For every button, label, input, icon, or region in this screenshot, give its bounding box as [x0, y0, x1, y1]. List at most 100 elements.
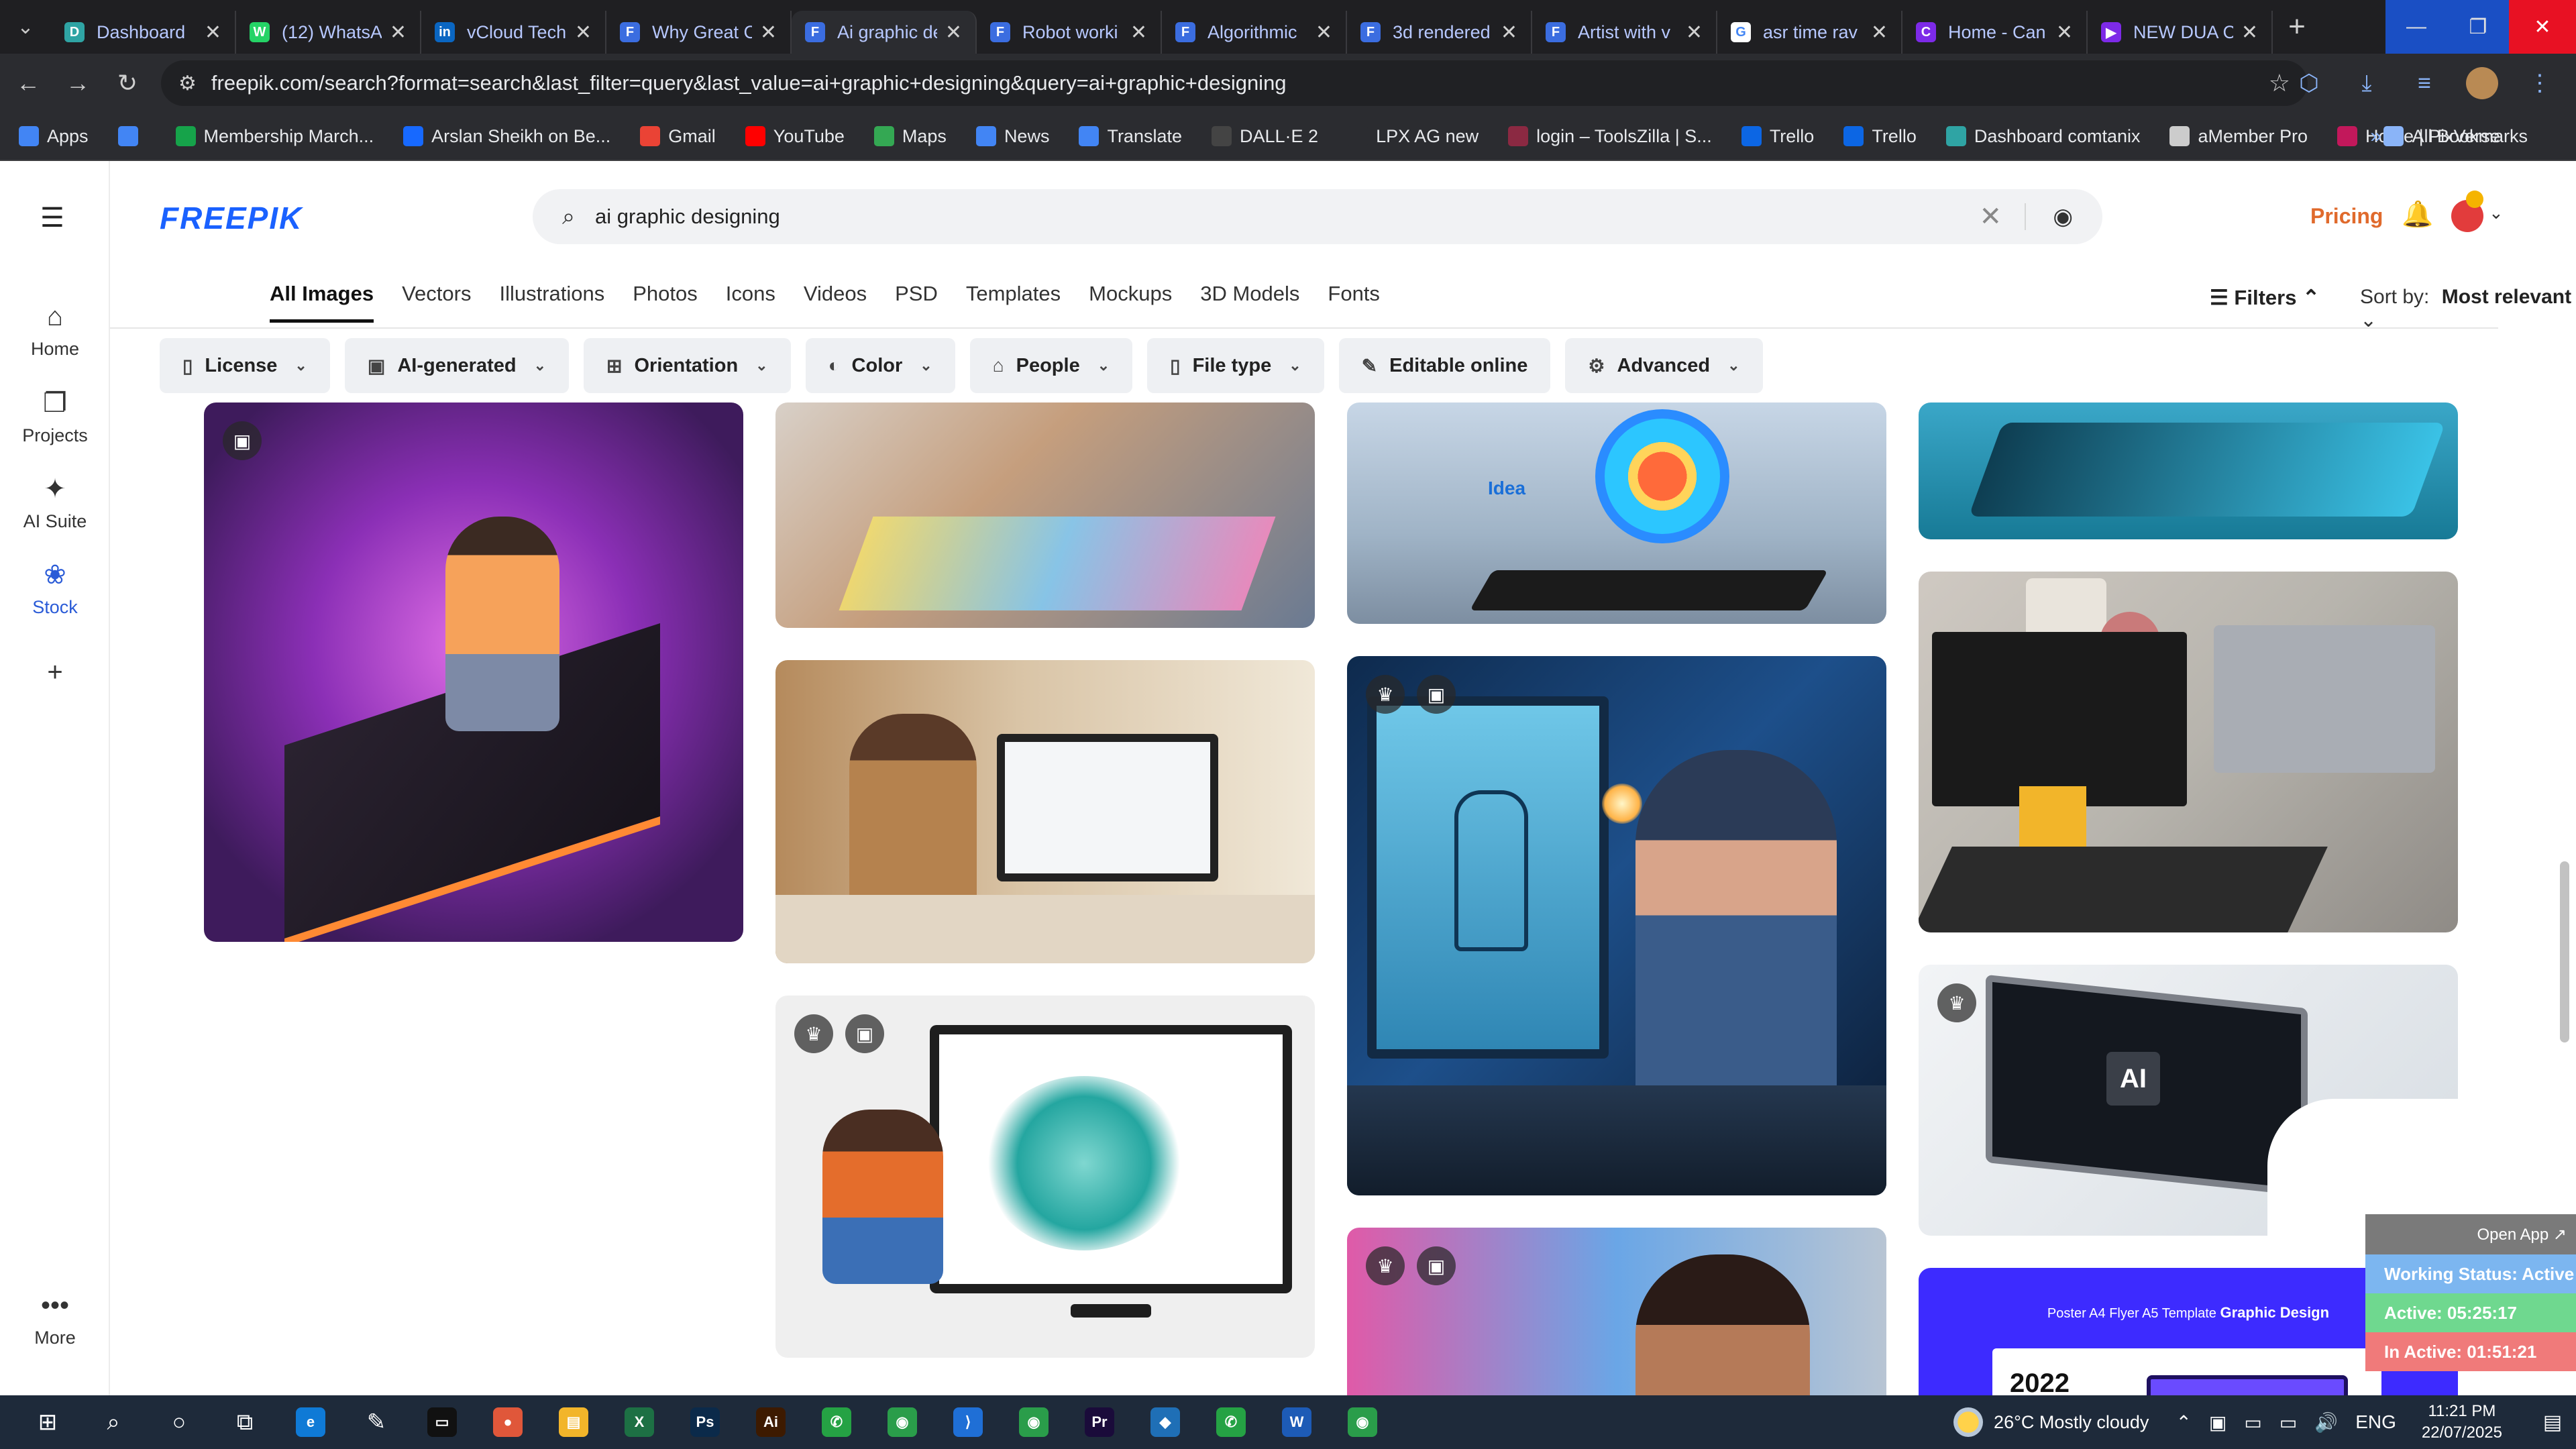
- tab-close-icon[interactable]: ✕: [1501, 21, 1517, 44]
- all-bookmarks[interactable]: All Bookmarks: [2383, 126, 2528, 147]
- image-tile-tablet-dashboard[interactable]: [1919, 402, 2458, 539]
- tab-close-icon[interactable]: ✕: [1686, 21, 1703, 44]
- open-app-button[interactable]: Open App ↗: [2365, 1214, 2576, 1254]
- notification-icon[interactable]: ▤: [2529, 1395, 2576, 1449]
- browser-tab[interactable]: F Ai graphic de ✕: [792, 11, 977, 54]
- pricing-link[interactable]: Pricing: [2310, 204, 2383, 229]
- excel-icon[interactable]: X: [606, 1395, 672, 1449]
- windows-icon[interactable]: ⊞: [15, 1395, 80, 1449]
- image-tile-woman-portrait[interactable]: ♛ ▣: [1347, 1228, 1886, 1395]
- camera-search-icon[interactable]: ◉: [2025, 203, 2073, 230]
- tab-icons[interactable]: Icons: [726, 282, 775, 323]
- site-info-icon[interactable]: ⚙: [178, 72, 197, 95]
- bookmark-item[interactable]: DALL·E 2: [1212, 126, 1318, 147]
- tab-close-icon[interactable]: ✕: [760, 21, 777, 44]
- filter-people[interactable]: ⌂ People ⌄: [969, 338, 1133, 393]
- tab-close-icon[interactable]: ✕: [2056, 21, 2073, 44]
- search-icon[interactable]: ⌕: [80, 1395, 146, 1449]
- chevron-up-icon[interactable]: ⌃: [2176, 1411, 2191, 1434]
- battery-icon[interactable]: ▭: [2279, 1411, 2297, 1434]
- profile-avatar[interactable]: [2466, 67, 2498, 99]
- filters-button[interactable]: ☰ Filters ⌃: [2210, 286, 2320, 310]
- extensions-icon[interactable]: ⬡: [2286, 60, 2332, 106]
- tab-close-icon[interactable]: ✕: [1316, 21, 1332, 44]
- browser-tab[interactable]: C Home - Can ✕: [1902, 11, 2088, 54]
- bookmark-item[interactable]: aMember Pro: [2169, 126, 2308, 147]
- bookmark-item[interactable]: Trello: [1741, 126, 1814, 147]
- reload-button[interactable]: ↻: [106, 62, 149, 105]
- menu-icon[interactable]: ☰: [40, 203, 67, 233]
- tab-close-icon[interactable]: ✕: [575, 21, 592, 44]
- bookmark-item[interactable]: Gmail: [640, 126, 716, 147]
- browser-tab[interactable]: Gasr time rav ✕: [1717, 11, 1902, 54]
- terminal-icon[interactable]: ▭: [409, 1395, 475, 1449]
- image-tile-3d-designer[interactable]: [775, 660, 1315, 963]
- tab-psd[interactable]: PSD: [895, 282, 938, 323]
- filter-file-type[interactable]: ▯ File type ⌄: [1147, 338, 1324, 393]
- bookmark-item[interactable]: Membership March...: [175, 126, 374, 147]
- filter-ai-generated[interactable]: ▣ AI-generated ⌄: [344, 338, 570, 393]
- chrome-icon[interactable]: ◉: [869, 1395, 935, 1449]
- word-icon[interactable]: W: [1264, 1395, 1330, 1449]
- tab-close-icon[interactable]: ✕: [1130, 21, 1147, 44]
- filter-editable-online[interactable]: ✎ Editable online: [1338, 338, 1551, 393]
- bookmark-item[interactable]: [117, 126, 146, 146]
- volume-icon[interactable]: 🔊: [2314, 1411, 2338, 1434]
- meet-icon[interactable]: ▣: [2209, 1411, 2226, 1434]
- page-scrollbar[interactable]: [2560, 861, 2569, 1042]
- tab-illustrations[interactable]: Illustrations: [499, 282, 604, 323]
- file-explorer-icon[interactable]: ▤: [541, 1395, 606, 1449]
- browser-tab[interactable]: F 3d rendered ✕: [1347, 11, 1532, 54]
- bookmark-item[interactable]: Trello: [1843, 126, 1917, 147]
- image-tile-office-desk[interactable]: [1919, 572, 2458, 932]
- search-input[interactable]: [595, 205, 1937, 229]
- address-bar[interactable]: ⚙ freepik.com/search?format=search&last_…: [161, 60, 2308, 106]
- back-button[interactable]: ←: [7, 62, 50, 105]
- browser-tab[interactable]: in vCloud Tech ✕: [421, 11, 606, 54]
- tab-vectors[interactable]: Vectors: [402, 282, 471, 323]
- cortana-icon[interactable]: ○: [146, 1395, 212, 1449]
- tab-all-images[interactable]: All Images: [270, 282, 374, 323]
- filter-color[interactable]: ◐ Color ⌄: [805, 338, 955, 393]
- bookmark-item[interactable]: Dashboard comtanix: [1945, 126, 2140, 147]
- download-icon[interactable]: ⤓: [2344, 60, 2390, 106]
- network-icon[interactable]: ▭: [2244, 1411, 2261, 1434]
- tab-fonts[interactable]: Fonts: [1328, 282, 1380, 323]
- tab-3d-models[interactable]: 3D Models: [1200, 282, 1299, 323]
- bookmark-item[interactable]: News: [975, 126, 1049, 147]
- vscode-icon[interactable]: ⟩: [935, 1395, 1001, 1449]
- bookmark-item[interactable]: YouTube: [745, 126, 845, 147]
- new-tab-button[interactable]: +: [2273, 0, 2321, 54]
- app-icon[interactable]: ●: [475, 1395, 541, 1449]
- bookmark-item[interactable]: Translate: [1079, 126, 1182, 147]
- illustrator-icon[interactable]: Ai: [738, 1395, 804, 1449]
- image-tile-music-producer[interactable]: ▣: [204, 402, 743, 942]
- tab-close-icon[interactable]: ✕: [2241, 21, 2258, 44]
- browser-tab[interactable]: W (12) WhatsApp ✕: [236, 11, 421, 54]
- language-indicator[interactable]: ENG: [2355, 1411, 2396, 1433]
- image-tile-ai-laptop[interactable]: AI ♛: [1919, 965, 2458, 1236]
- tab-photos[interactable]: Photos: [633, 282, 698, 323]
- tab-templates[interactable]: Templates: [966, 282, 1061, 323]
- restore-button[interactable]: ❐: [2447, 0, 2509, 54]
- filter-orientation[interactable]: ⊞ Orientation ⌄: [584, 338, 791, 393]
- tab-close-icon[interactable]: ✕: [945, 21, 962, 44]
- forward-button[interactable]: →: [56, 62, 99, 105]
- task-view-icon[interactable]: ⧉: [212, 1395, 278, 1449]
- chrome-icon[interactable]: ◉: [1330, 1395, 1395, 1449]
- clock[interactable]: 11:21 PM 22/07/2025: [2422, 1401, 2502, 1444]
- weather-widget[interactable]: 26°C Mostly cloudy: [1953, 1407, 2149, 1437]
- browser-tab[interactable]: F Artist with v ✕: [1532, 11, 1717, 54]
- tab-close-icon[interactable]: ✕: [1871, 21, 1888, 44]
- tab-videos[interactable]: Videos: [804, 282, 867, 323]
- browser-tab[interactable]: F Robot worki ✕: [977, 11, 1162, 54]
- bookmark-item[interactable]: LPX AG new: [1348, 126, 1479, 147]
- more-bookmarks-icon[interactable]: »: [2370, 125, 2381, 148]
- close-window-button[interactable]: ✕: [2509, 0, 2576, 54]
- freepik-logo[interactable]: FREEPIK: [160, 200, 303, 236]
- browser-tab[interactable]: D Dashboard ✕: [51, 11, 236, 54]
- notifications-bell-icon[interactable]: 🔔: [2402, 200, 2433, 229]
- sort-by-select[interactable]: Sort by: Most relevant ⌄: [2360, 286, 2576, 332]
- pen-icon[interactable]: ✎: [343, 1395, 409, 1449]
- image-tile-digital-artist[interactable]: ♛ ▣: [775, 996, 1315, 1358]
